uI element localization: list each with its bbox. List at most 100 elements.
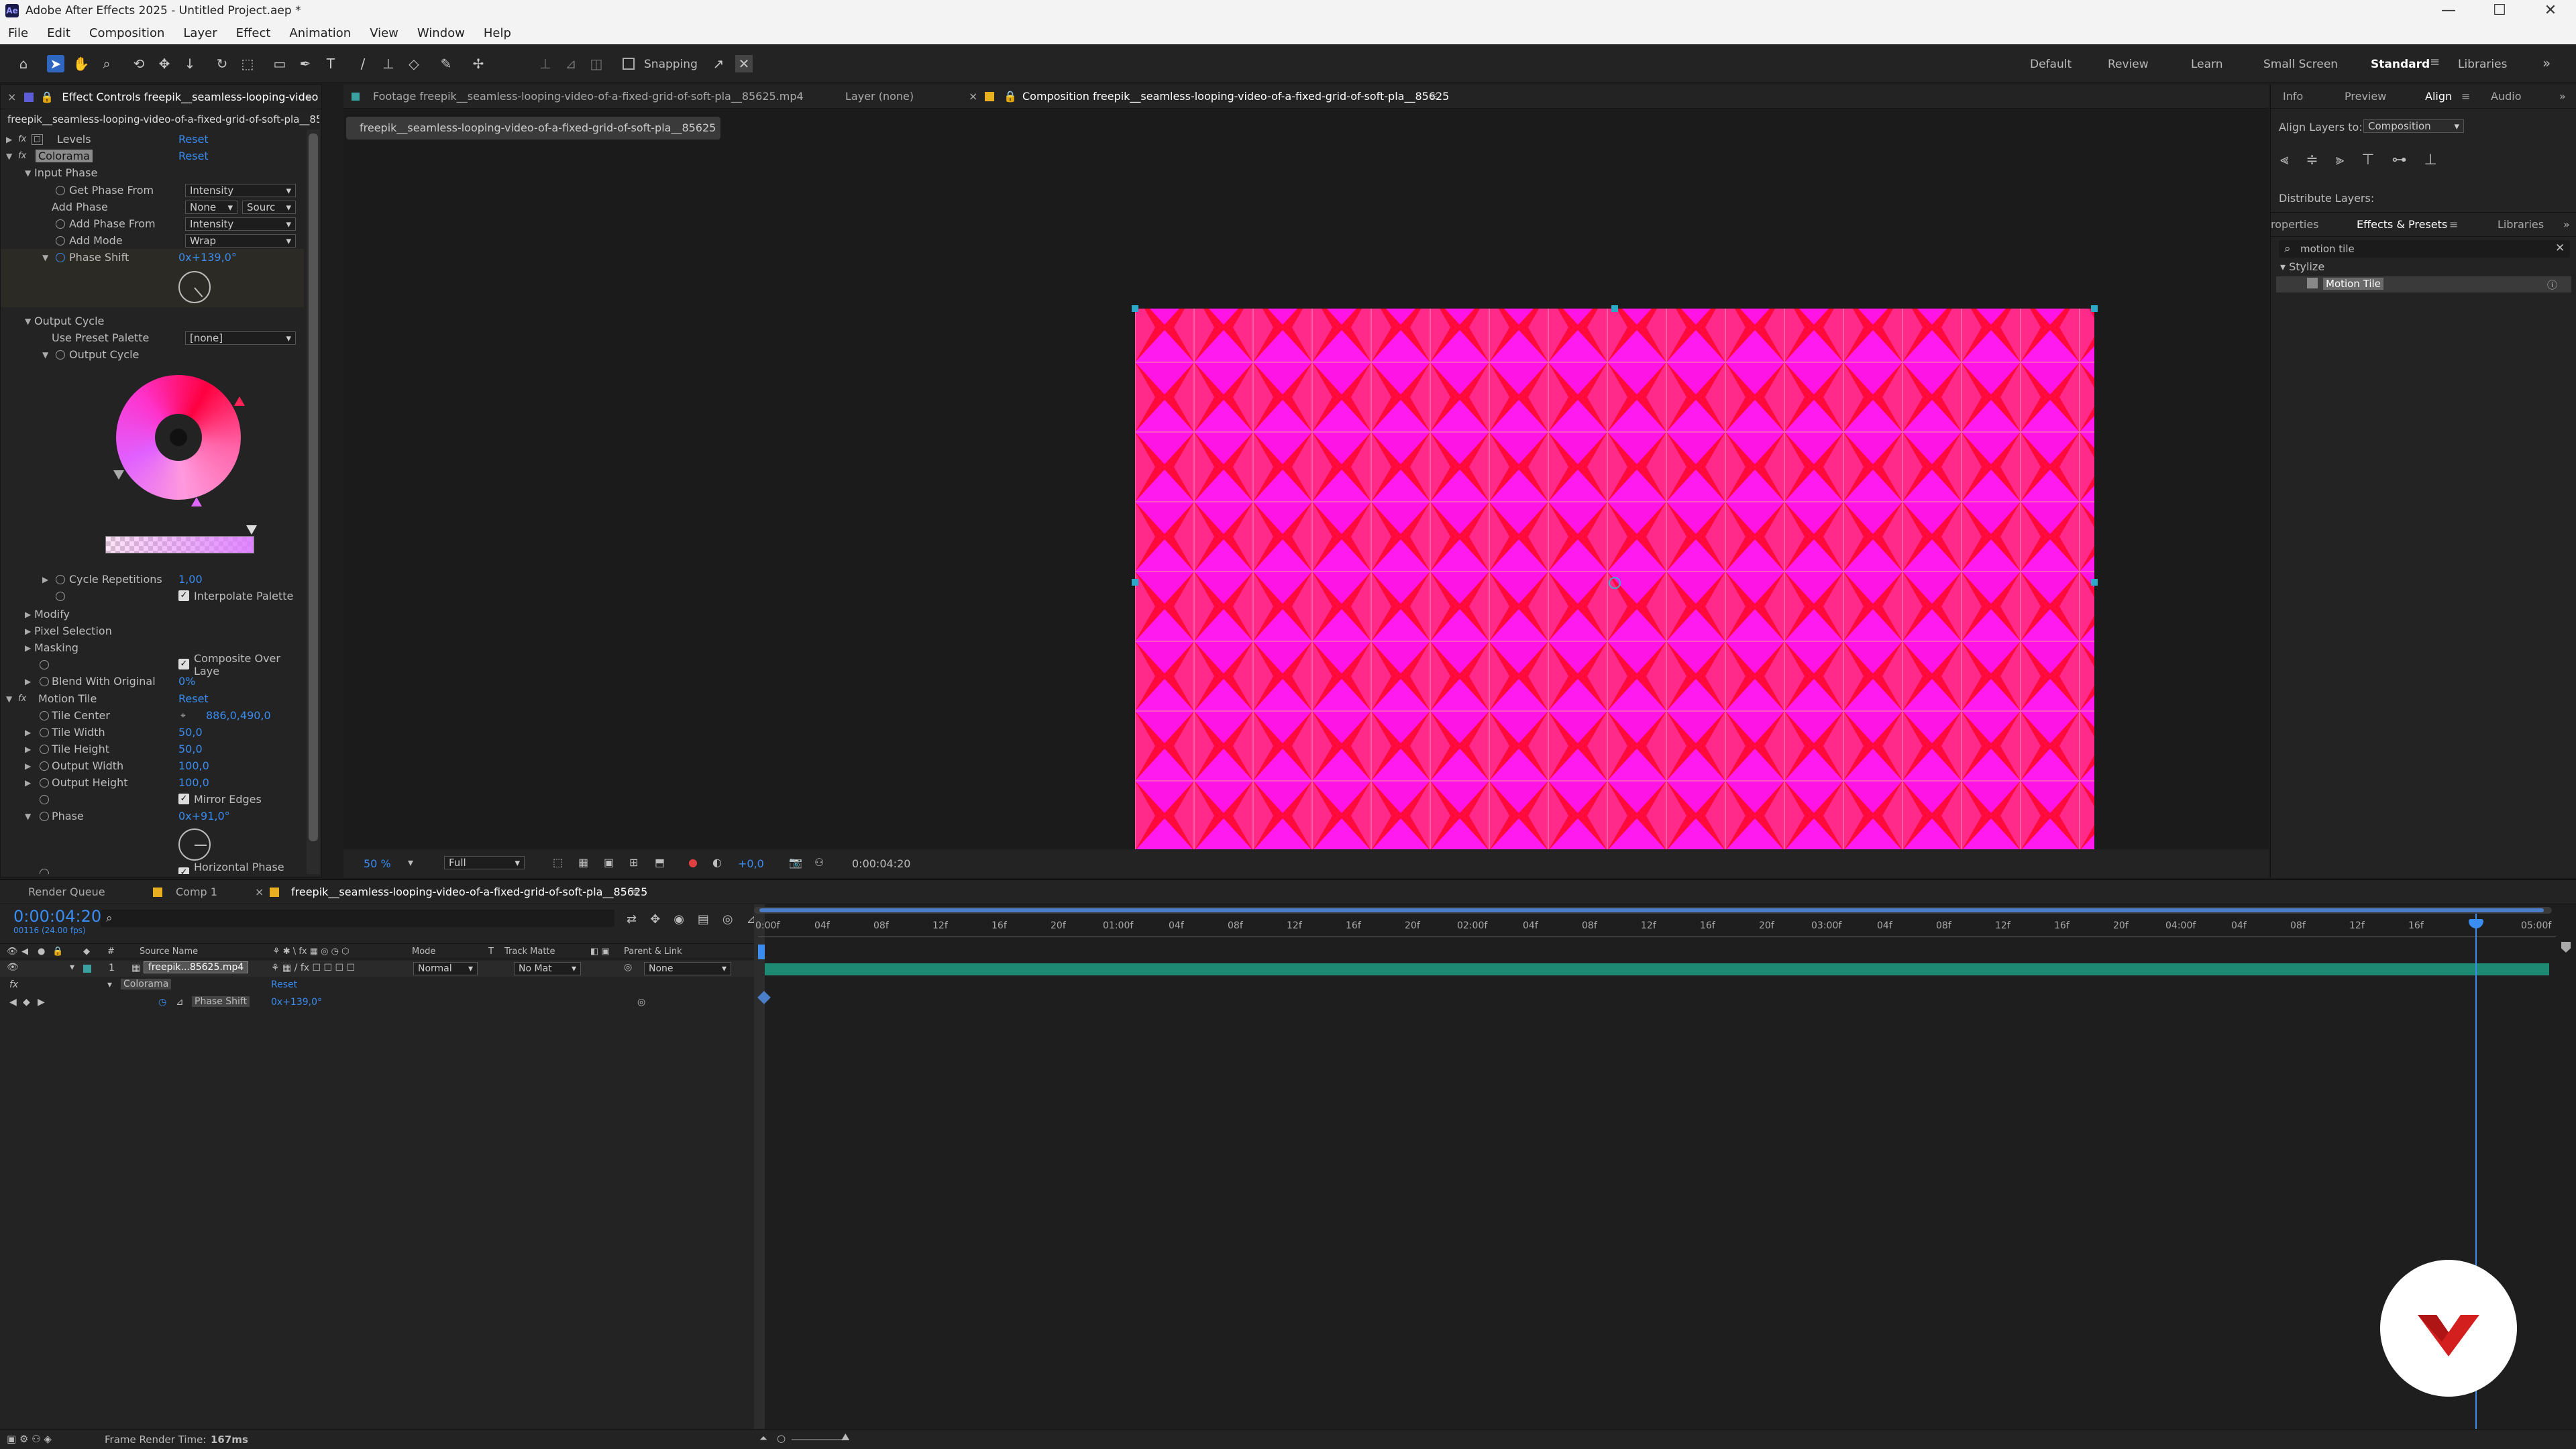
phase-shift-property-name[interactable]: Phase Shift: [192, 996, 250, 1007]
panel-overflow-icon[interactable]: »: [306, 91, 313, 103]
align-hcenter-icon[interactable]: ≑: [2306, 152, 2318, 168]
output-cycle-triangle-violet[interactable]: [191, 497, 202, 506]
colorama-effect-row[interactable]: fx ▾ Colorama Reset: [0, 978, 754, 994]
align-layers-to-dropdown[interactable]: Composition: [2363, 119, 2464, 133]
colorama-effect-reset[interactable]: Reset: [271, 979, 297, 990]
mode-header[interactable]: Mode: [412, 947, 435, 957]
phase-value[interactable]: 0x+91,0°: [178, 810, 230, 822]
rectangle-tool-icon[interactable]: ▭: [271, 55, 288, 72]
blend-with-original-value[interactable]: 0%: [178, 675, 195, 688]
mirror-edges-checkbox[interactable]: ✓: [178, 794, 189, 804]
zoom-dropdown-icon[interactable]: ▾: [408, 856, 413, 869]
resolution-dropdown[interactable]: Full: [444, 856, 525, 869]
preview-tab[interactable]: Preview: [2345, 90, 2386, 103]
frame-blending-icon[interactable]: ▤: [698, 912, 709, 926]
track-matte-header[interactable]: Track Matte: [504, 947, 555, 957]
next-keyframe-icon[interactable]: ▶: [38, 997, 45, 1008]
shy-layers-icon[interactable]: ◉: [674, 912, 684, 926]
draft-3d-icon[interactable]: ✥: [650, 912, 660, 926]
rotation-tool-icon[interactable]: ↻: [213, 55, 231, 72]
expand-layer-icon[interactable]: ▾: [70, 962, 74, 973]
eraser-tool-icon[interactable]: ◇: [405, 55, 423, 72]
workspace-default[interactable]: Default: [2030, 58, 2072, 71]
audio-tab[interactable]: Audio: [2491, 90, 2521, 103]
menu-effect[interactable]: Effect: [236, 26, 271, 40]
zoom-tool-icon[interactable]: ⌕: [98, 55, 115, 72]
solo-toggle-icon[interactable]: ●: [38, 947, 45, 957]
dolly-camera-icon[interactable]: ↓: [181, 55, 199, 72]
output-height-value[interactable]: 100,0: [178, 776, 209, 789]
render-queue-tab[interactable]: Render Queue: [28, 885, 105, 898]
menu-composition[interactable]: Composition: [89, 26, 164, 40]
work-area-bar[interactable]: [754, 907, 2552, 914]
align-left-icon[interactable]: ⫷: [2280, 152, 2288, 168]
modify-group[interactable]: Modify: [34, 608, 70, 621]
stopwatch-icon[interactable]: [40, 727, 49, 737]
roto-brush-tool-icon[interactable]: ✎: [437, 55, 455, 72]
motion-tile-reset[interactable]: Reset: [178, 692, 209, 705]
workspace-overflow-icon[interactable]: »: [2542, 55, 2551, 71]
align-top-icon[interactable]: ⊤: [2361, 152, 2374, 168]
stopwatch-icon[interactable]: [56, 185, 65, 195]
stopwatch-icon[interactable]: [40, 794, 49, 804]
label-icon[interactable]: ◆: [83, 947, 90, 957]
maximize-button[interactable]: ☐: [2474, 0, 2525, 21]
timeline-timecode[interactable]: 0:00:04:20: [13, 907, 101, 926]
composition-frame[interactable]: [1135, 309, 2094, 856]
footage-tab[interactable]: Footage freepik__seamless-looping-video-…: [373, 90, 804, 103]
workspace-small-screen[interactable]: Small Screen: [2263, 58, 2338, 71]
tab-menu-icon[interactable]: ≡: [1429, 90, 1438, 103]
timeline-search-input[interactable]: ⌕: [101, 910, 614, 927]
t-header[interactable]: T: [488, 947, 494, 957]
tile-width-value[interactable]: 50,0: [178, 726, 203, 739]
type-tool-icon[interactable]: T: [322, 55, 339, 72]
pan-behind-tool-icon[interactable]: ⬚: [239, 55, 256, 72]
snapping-checkbox[interactable]: [623, 58, 635, 70]
stopwatch-icon[interactable]: [40, 710, 49, 720]
workspace-standard[interactable]: Standard: [2371, 58, 2430, 71]
menu-help[interactable]: Help: [484, 26, 511, 40]
workspace-learn[interactable]: Learn: [2191, 58, 2223, 71]
snap-feature-icon[interactable]: ✕: [735, 55, 753, 72]
time-graph[interactable]: [765, 904, 2576, 1437]
stopwatch-icon[interactable]: [40, 659, 49, 669]
stopwatch-active-icon[interactable]: [56, 252, 65, 262]
align-right-icon[interactable]: ⫸: [2336, 152, 2344, 168]
parent-link-header[interactable]: Parent & Link: [624, 947, 682, 957]
layer-switches[interactable]: ⚘ ▦ / fx ☐ ☐ ☐ ☐: [271, 963, 355, 973]
expand-effect-icon[interactable]: ▾: [107, 979, 112, 990]
stopwatch-icon[interactable]: [56, 574, 65, 584]
axis-local-icon[interactable]: ⊥: [537, 55, 554, 72]
work-area-start[interactable]: [758, 945, 765, 959]
comp-name-chip[interactable]: freepik__seamless-looping-video-of-a-fix…: [346, 117, 720, 140]
menu-edit[interactable]: Edit: [47, 26, 70, 40]
pixel-selection-group[interactable]: Pixel Selection: [34, 625, 112, 637]
home-icon[interactable]: ⌂: [15, 55, 32, 72]
align-menu-icon[interactable]: ≡: [2461, 90, 2470, 103]
output-cycle-slider-handle[interactable]: [246, 525, 257, 535]
layer-duration-bar[interactable]: [765, 963, 2549, 975]
render-icons[interactable]: ▣ ⚙ ⚇ ◈: [7, 1433, 52, 1445]
source-name-header[interactable]: Source Name: [140, 947, 198, 957]
parent-dropdown[interactable]: None: [644, 962, 731, 975]
menu-file[interactable]: File: [8, 26, 28, 40]
tile-height-value[interactable]: 50,0: [178, 743, 203, 755]
output-width-value[interactable]: 100,0: [178, 759, 209, 772]
zoom-slider-thumb[interactable]: ○: [777, 1432, 786, 1444]
video-visible-icon[interactable]: 👁: [7, 962, 19, 973]
panel-overflow-icon[interactable]: »: [2559, 90, 2566, 103]
guides-icon[interactable]: ⊞: [629, 856, 638, 869]
stopwatch-active-icon[interactable]: ◷: [158, 997, 166, 1008]
close-comp-tab-icon[interactable]: ×: [969, 90, 977, 103]
tile-center-value[interactable]: 886,0,490,0: [206, 709, 271, 722]
stopwatch-icon[interactable]: [56, 591, 65, 601]
exposure-value[interactable]: +0,0: [738, 857, 764, 870]
fx-icon[interactable]: fx: [9, 979, 18, 990]
clone-stamp-tool-icon[interactable]: ⊥: [380, 55, 397, 72]
effect-controls-tab[interactable]: Effect Controls freepik__seamless-loopin…: [62, 91, 318, 103]
fx-icon[interactable]: fx: [18, 694, 26, 704]
opacity-gradient-bar[interactable]: [105, 536, 254, 553]
close-panel-icon[interactable]: ×: [7, 91, 16, 103]
stopwatch-icon[interactable]: [56, 219, 65, 229]
lock-toggle-icon[interactable]: 🔒: [52, 947, 63, 957]
